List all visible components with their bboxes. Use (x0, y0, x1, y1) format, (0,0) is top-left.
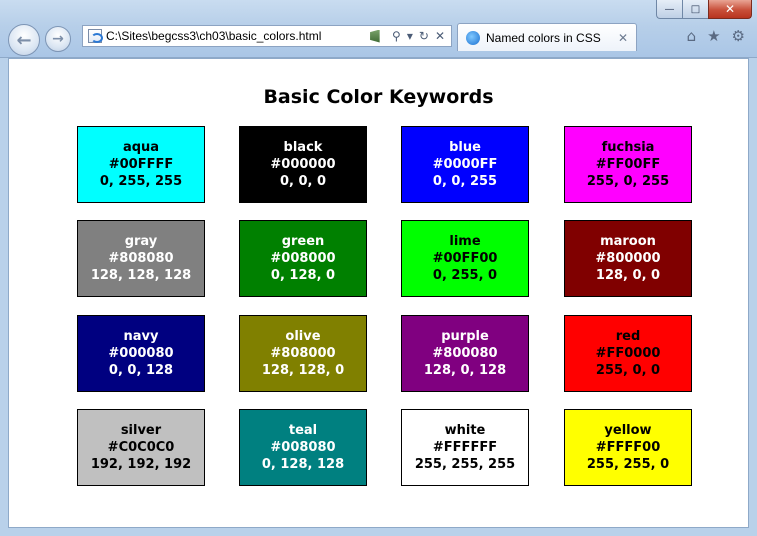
color-rgb: 128, 0, 128 (423, 363, 507, 378)
color-name: yellow (604, 423, 652, 438)
color-hex: #000000 (270, 157, 336, 172)
color-swatch-white: white #FFFFFF 255, 255, 255 (401, 409, 529, 486)
color-rgb: 0, 255, 0 (432, 268, 498, 283)
color-swatch-yellow: yellow #FFFF00 255, 255, 0 (564, 409, 692, 486)
color-rgb: 192, 192, 192 (90, 457, 192, 472)
color-name: navy (123, 329, 159, 344)
color-name: lime (449, 234, 481, 249)
color-name: teal (288, 423, 318, 438)
color-swatch-maroon: maroon #800000 128, 0, 0 (564, 220, 692, 297)
color-name: maroon (600, 234, 656, 249)
color-hex: #808080 (108, 251, 174, 266)
color-name: green (281, 234, 325, 249)
color-swatch-purple: purple #800080 128, 0, 128 (401, 315, 529, 392)
refresh-icon[interactable]: ↻ (419, 29, 429, 43)
color-swatch-aqua: aqua #00FFFF 0, 255, 255 (77, 126, 205, 203)
color-rgb: 255, 0, 255 (586, 174, 670, 189)
back-button[interactable]: ← (8, 24, 40, 56)
dropdown-icon[interactable]: ▾ (407, 29, 413, 43)
color-rgb: 0, 128, 0 (270, 268, 336, 283)
color-name: gray (124, 234, 158, 249)
browser-chrome: — □ ✕ ← → C:\Sites\begcss3\ch03\basic_co… (0, 0, 757, 58)
close-window-button[interactable]: ✕ (708, 0, 752, 19)
url-text[interactable]: C:\Sites\begcss3\ch03\basic_colors.html (106, 29, 321, 43)
color-rgb: 255, 0, 0 (595, 363, 661, 378)
color-swatch-lime: lime #00FF00 0, 255, 0 (401, 220, 529, 297)
address-tools: ⚲ ▾ ↻ ✕ (370, 29, 451, 43)
color-rgb: 0, 0, 255 (432, 174, 498, 189)
toolbar-icons: ⌂ ★ ⚙ (687, 27, 745, 45)
color-hex: #800080 (432, 346, 498, 361)
back-arrow-icon: ← (16, 29, 32, 51)
color-rgb: 255, 255, 255 (414, 457, 516, 472)
color-name: fuchsia (601, 140, 655, 155)
forward-arrow-icon: → (52, 31, 64, 47)
color-hex: #800000 (595, 251, 661, 266)
color-rgb: 128, 0, 0 (595, 268, 661, 283)
ie-logo-icon (466, 30, 480, 45)
color-rgb: 0, 0, 128 (108, 363, 174, 378)
color-rgb: 128, 128, 0 (261, 363, 345, 378)
tab-named-colors[interactable]: Named colors in CSS ✕ (457, 23, 637, 51)
color-swatch-red: red #FF0000 255, 0, 0 (564, 315, 692, 392)
color-name: olive (285, 329, 321, 344)
page-title: Basic Color Keywords (263, 86, 494, 108)
home-icon[interactable]: ⌂ (687, 27, 697, 45)
address-bar[interactable]: C:\Sites\begcss3\ch03\basic_colors.html … (82, 25, 452, 47)
favorites-star-icon[interactable]: ★ (707, 27, 720, 45)
ie-page-icon (88, 29, 103, 43)
color-rgb: 0, 0, 0 (279, 174, 327, 189)
color-hex: #00FFFF (108, 157, 174, 172)
tab-title: Named colors in CSS (486, 30, 601, 45)
color-hex: #FF0000 (595, 346, 661, 361)
color-hex: #008080 (270, 440, 336, 455)
maximize-button[interactable]: □ (682, 0, 708, 19)
window-caption-buttons: — □ ✕ (656, 0, 752, 20)
color-rgb: 255, 255, 0 (586, 457, 670, 472)
search-icon[interactable]: ⚲ (392, 29, 401, 43)
tools-gear-icon[interactable]: ⚙ (732, 27, 745, 45)
color-hex: #00FF00 (432, 251, 498, 266)
minimize-button[interactable]: — (656, 0, 682, 19)
forward-button[interactable]: → (45, 26, 71, 52)
color-hex: #FF00FF (595, 157, 661, 172)
color-hex: #808000 (270, 346, 336, 361)
color-swatch-teal: teal #008080 0, 128, 128 (239, 409, 367, 486)
page-viewport: Basic Color Keywords aqua #00FFFF 0, 255, … (8, 58, 749, 528)
compatibility-view-icon[interactable] (370, 29, 380, 43)
color-rgb: 128, 128, 128 (90, 268, 192, 283)
color-hex: #FFFF00 (595, 440, 661, 455)
color-hex: #008000 (270, 251, 336, 266)
color-swatch-fuchsia: fuchsia #FF00FF 255, 0, 255 (564, 126, 692, 203)
color-name: white (444, 423, 486, 438)
color-rgb: 0, 128, 128 (261, 457, 345, 472)
color-swatch-black: black #000000 0, 0, 0 (239, 126, 367, 203)
color-name: red (615, 329, 641, 344)
color-swatch-green: green #008000 0, 128, 0 (239, 220, 367, 297)
tab-close-icon[interactable]: ✕ (618, 31, 628, 45)
color-name: blue (449, 140, 481, 155)
color-hex: #C0C0C0 (107, 440, 175, 455)
color-swatch-navy: navy #000080 0, 0, 128 (77, 315, 205, 392)
color-hex: #FFFFFF (432, 440, 498, 455)
stop-icon[interactable]: ✕ (435, 29, 445, 43)
color-rgb: 0, 255, 255 (99, 174, 183, 189)
color-swatch-silver: silver #C0C0C0 192, 192, 192 (77, 409, 205, 486)
color-hex: #000080 (108, 346, 174, 361)
color-swatch-olive: olive #808000 128, 128, 0 (239, 315, 367, 392)
color-name: black (283, 140, 323, 155)
color-name: purple (441, 329, 489, 344)
color-swatch-gray: gray #808080 128, 128, 128 (77, 220, 205, 297)
color-name: aqua (122, 140, 160, 155)
color-swatch-blue: blue #0000FF 0, 0, 255 (401, 126, 529, 203)
color-name: silver (120, 423, 162, 438)
color-hex: #0000FF (432, 157, 498, 172)
